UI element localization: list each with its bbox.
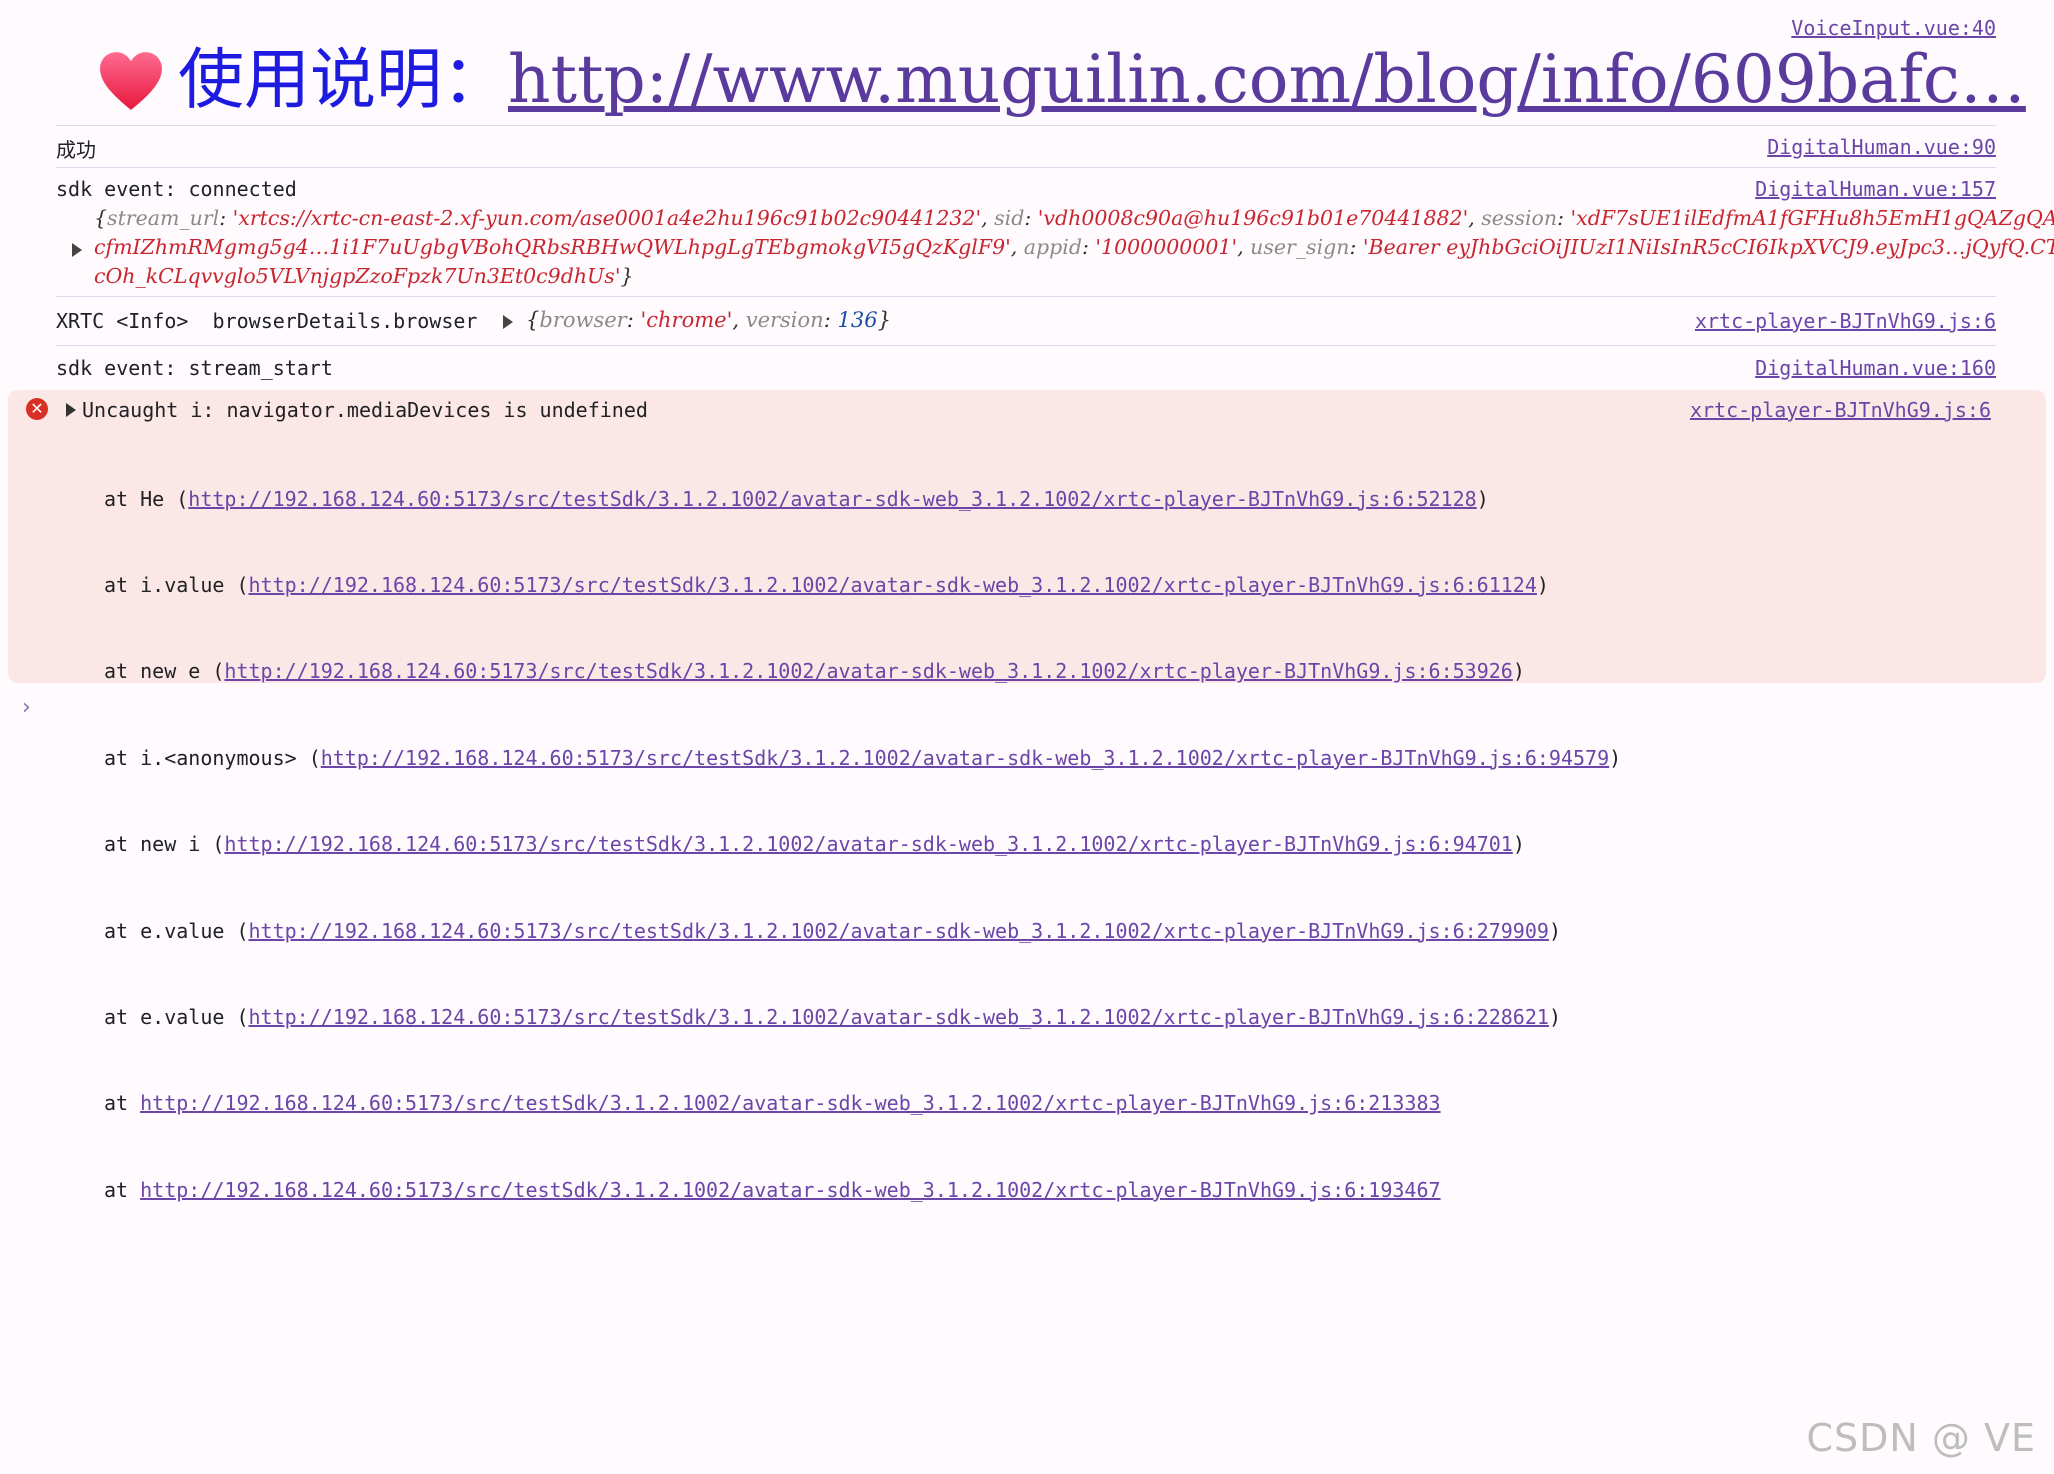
log-row-success: 成功 DigitalHuman.vue:90 — [56, 126, 1996, 168]
stack-frame-link[interactable]: http://192.168.124.60:5173/src/testSdk/3… — [140, 1178, 1440, 1202]
log-source-link[interactable]: DigitalHuman.vue:157 — [1755, 177, 1996, 201]
stack-frame-link[interactable]: http://192.168.124.60:5173/src/testSdk/3… — [249, 1005, 1549, 1029]
log-row-stream-start: sdk event: stream_start DigitalHuman.vue… — [56, 346, 1996, 390]
expand-triangle-icon[interactable] — [72, 243, 82, 257]
expand-triangle-icon[interactable] — [503, 315, 513, 329]
stack-trace: at He (http://192.168.124.60:5173/src/te… — [104, 427, 1621, 1262]
stack-frame-link[interactable]: http://192.168.124.60:5173/src/testSdk/3… — [249, 573, 1537, 597]
csdn-watermark: CSDN @ VE — [1806, 1416, 2036, 1460]
stack-frame: at e.value (http://192.168.124.60:5173/s… — [104, 1004, 1561, 1029]
stack-frame-link[interactable]: http://192.168.124.60:5173/src/testSdk/3… — [321, 746, 1609, 770]
log-message: XRTC <Info> browserDetails.browser — [56, 309, 478, 333]
stack-frame-link[interactable]: http://192.168.124.60:5173/src/testSdk/3… — [249, 919, 1549, 943]
log-row-connected: sdk event: connected DigitalHuman.vue:15… — [56, 168, 2054, 297]
connected-object-preview[interactable]: {stream_url: 'xrtcs://xrtc-cn-east-2.xf-… — [94, 204, 2054, 291]
log-message: 成功 — [56, 138, 96, 162]
browser-object-preview[interactable]: {browser: 'chrome', version: 136} — [526, 308, 891, 332]
chevron-right-icon[interactable]: › — [22, 695, 31, 720]
log-row-xrtc-info: XRTC <Info> browserDetails.browser {brow… — [56, 297, 1996, 346]
stack-frame-link[interactable]: http://192.168.124.60:5173/src/testSdk/3… — [224, 659, 1512, 683]
stack-frame: at e.value (http://192.168.124.60:5173/s… — [104, 918, 1561, 943]
stack-frame-link[interactable]: http://192.168.124.60:5173/src/testSdk/3… — [140, 1091, 1440, 1115]
error-log-entry: ✕ Uncaught i: navigator.mediaDevices is … — [8, 390, 2046, 1202]
console-panel: VoiceInput.vue:40 使用说明：http://www.muguil… — [0, 0, 2054, 390]
usage-label: 使用说明： — [178, 41, 508, 118]
stack-frame: at He (http://192.168.124.60:5173/src/te… — [104, 486, 1489, 511]
stack-frame: at new e (http://192.168.124.60:5173/src… — [104, 659, 1525, 684]
expand-triangle-icon[interactable] — [66, 403, 76, 417]
usage-message: 使用说明：http://www.muguilin.com/blog/info/6… — [98, 36, 2026, 124]
error-message: Uncaught i: navigator.mediaDevices is un… — [82, 398, 648, 422]
log-message: sdk event: stream_start — [56, 356, 333, 380]
heart-icon — [100, 52, 162, 110]
log-source-link[interactable]: DigitalHuman.vue:160 — [1755, 356, 1996, 380]
stack-frame: at http://192.168.124.60:5173/src/testSd… — [104, 1091, 1441, 1116]
stack-frame-link[interactable]: http://192.168.124.60:5173/src/testSdk/3… — [188, 487, 1476, 511]
stack-frame: at i.value (http://192.168.124.60:5173/s… — [104, 572, 1549, 597]
error-circle-icon: ✕ — [26, 398, 48, 420]
log-message: sdk event: connected — [56, 177, 297, 201]
stack-frame: at new i (http://192.168.124.60:5173/src… — [104, 832, 1525, 857]
usage-link[interactable]: http://www.muguilin.com/blog/info/609baf… — [508, 41, 2026, 118]
log-row-usage: VoiceInput.vue:40 使用说明：http://www.muguil… — [56, 0, 2026, 126]
stack-frame: at i.<anonymous> (http://192.168.124.60:… — [104, 745, 1622, 770]
log-source-link[interactable]: xrtc-player-BJTnVhG9.js:6 — [1695, 309, 1996, 333]
stack-frame-link[interactable]: http://192.168.124.60:5173/src/testSdk/3… — [224, 832, 1512, 856]
log-source-link[interactable]: DigitalHuman.vue:90 — [1767, 135, 1996, 159]
error-source-link[interactable]: xrtc-player-BJTnVhG9.js:6 — [1690, 398, 1991, 422]
stack-frame: at http://192.168.124.60:5173/src/testSd… — [104, 1177, 1441, 1202]
